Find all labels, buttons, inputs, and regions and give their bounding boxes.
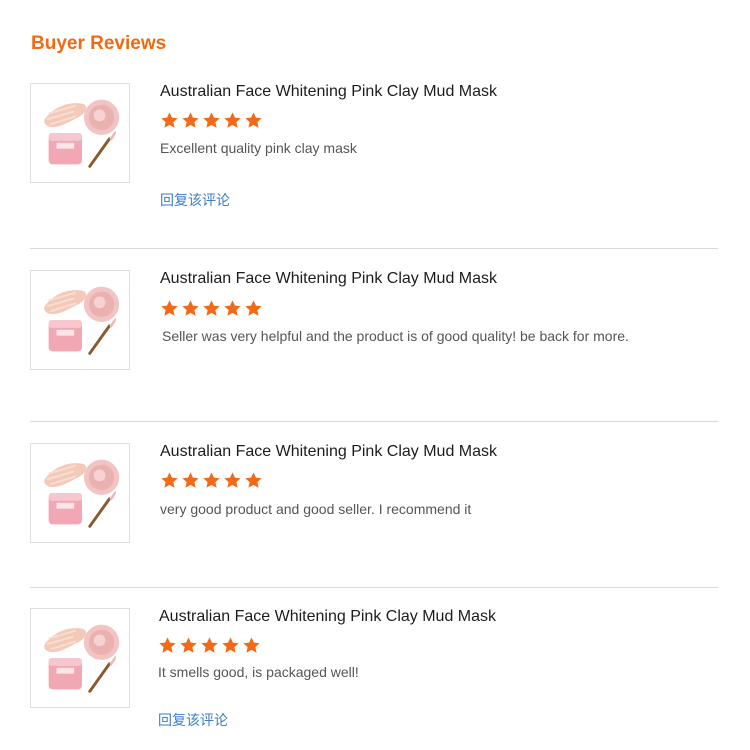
star-icon bbox=[202, 111, 221, 130]
star-icon bbox=[221, 636, 240, 655]
product-image-icon bbox=[44, 624, 120, 693]
star-icon bbox=[200, 636, 219, 655]
star-icon bbox=[181, 299, 200, 318]
star-icon bbox=[160, 111, 179, 130]
star-rating bbox=[160, 111, 263, 130]
star-icon bbox=[244, 299, 263, 318]
star-icon bbox=[244, 111, 263, 130]
star-rating bbox=[158, 636, 261, 655]
review-item: Australian Face Whitening Pink Clay Mud … bbox=[30, 443, 720, 553]
divider bbox=[30, 587, 718, 588]
star-icon bbox=[202, 471, 221, 490]
star-rating bbox=[160, 299, 263, 318]
product-title: Australian Face Whitening Pink Clay Mud … bbox=[160, 443, 498, 460]
star-icon bbox=[223, 299, 242, 318]
product-thumbnail[interactable] bbox=[30, 83, 130, 183]
star-icon bbox=[160, 299, 179, 318]
reply-link[interactable]: 回复该评论 bbox=[160, 190, 230, 210]
product-title: Australian Face Whitening Pink Clay Mud … bbox=[159, 608, 497, 625]
star-icon bbox=[244, 471, 263, 490]
product-title: Australian Face Whitening Pink Clay Mud … bbox=[160, 270, 498, 287]
star-icon bbox=[223, 111, 242, 130]
reply-link[interactable]: 回复该评论 bbox=[158, 710, 228, 730]
star-icon bbox=[242, 636, 261, 655]
section-title: Buyer Reviews bbox=[31, 33, 167, 54]
star-icon bbox=[158, 636, 177, 655]
star-icon bbox=[202, 299, 221, 318]
product-image-icon bbox=[44, 459, 120, 528]
product-thumbnail[interactable] bbox=[30, 608, 130, 708]
product-thumbnail[interactable] bbox=[30, 270, 130, 370]
star-icon bbox=[223, 471, 242, 490]
star-icon bbox=[181, 111, 200, 130]
product-title: Australian Face Whitening Pink Clay Mud … bbox=[160, 83, 498, 100]
review-comment: very good product and good seller. I rec… bbox=[160, 501, 472, 517]
star-icon bbox=[179, 636, 198, 655]
review-comment: It smells good, is packaged well! bbox=[158, 664, 359, 680]
divider bbox=[30, 248, 718, 249]
product-image-icon bbox=[44, 286, 120, 355]
star-rating bbox=[160, 471, 263, 490]
review-item: Australian Face Whitening Pink Clay Mud … bbox=[30, 83, 720, 223]
star-icon bbox=[181, 471, 200, 490]
review-item: Australian Face Whitening Pink Clay Mud … bbox=[30, 608, 720, 738]
review-comment: Excellent quality pink clay mask bbox=[160, 140, 357, 156]
product-image-icon bbox=[44, 99, 120, 168]
review-item: Australian Face Whitening Pink Clay Mud … bbox=[30, 270, 720, 380]
review-comment: Seller was very helpful and the product … bbox=[162, 328, 629, 344]
product-thumbnail[interactable] bbox=[30, 443, 130, 543]
divider bbox=[30, 421, 718, 422]
star-icon bbox=[160, 471, 179, 490]
